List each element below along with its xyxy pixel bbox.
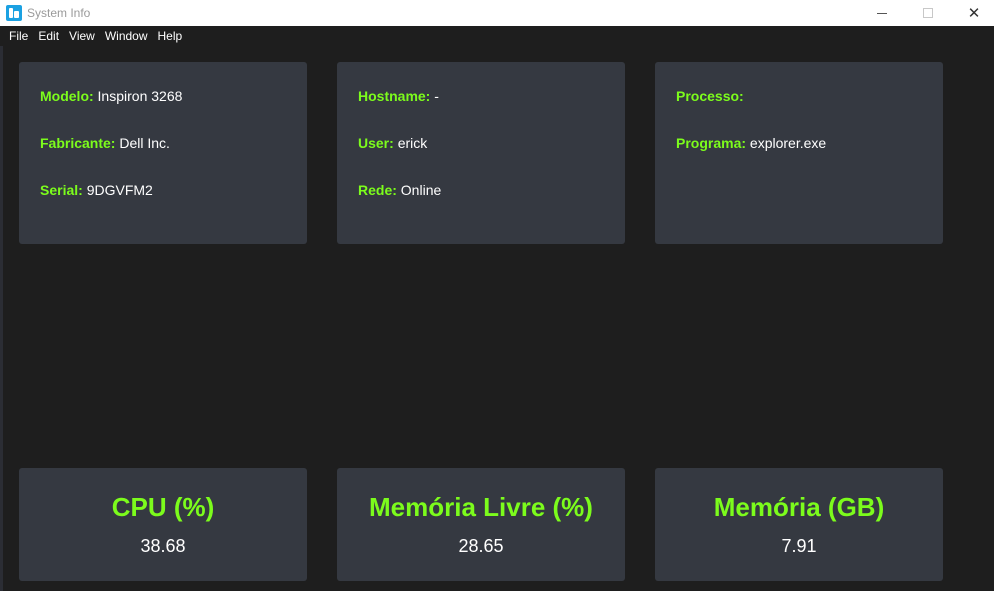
network-row: Rede: Online <box>358 182 441 198</box>
user-row: User: erick <box>358 135 427 151</box>
model-value: Inspiron 3268 <box>97 88 183 104</box>
network-info-card: Hostname: - User: erick Rede: Online <box>337 62 625 244</box>
memory-metric-card: Memória (GB) 7.91 <box>655 468 943 581</box>
cpu-metric-title: CPU (%) <box>111 492 215 522</box>
maximize-button[interactable] <box>905 0 951 26</box>
menu-file[interactable]: File <box>4 26 33 46</box>
window-title: System Info <box>27 6 91 20</box>
model-label: Modelo: <box>40 88 94 104</box>
cpu-metric-card: CPU (%) 38.68 <box>19 468 307 581</box>
serial-row: Serial: 9DGVFM2 <box>40 182 153 198</box>
memory-metric-value: 7.91 <box>781 536 817 556</box>
maximize-icon <box>923 8 933 18</box>
menu-edit[interactable]: Edit <box>33 26 64 46</box>
free-memory-metric-title: Memória Livre (%) <box>369 492 593 522</box>
user-label: User: <box>358 135 394 151</box>
user-value: erick <box>397 135 428 151</box>
program-row: Programa: explorer.exe <box>676 135 826 151</box>
minimize-icon <box>877 12 887 14</box>
app-icon <box>6 5 22 21</box>
free-memory-metric-card: Memória Livre (%) 28.65 <box>337 468 625 581</box>
window-left-edge <box>0 46 3 591</box>
serial-value: 9DGVFM2 <box>86 182 153 198</box>
menu-bar: File Edit View Window Help <box>0 26 994 46</box>
network-label: Rede: <box>358 182 397 198</box>
network-value: Online <box>400 182 442 198</box>
title-bar: System Info ✕ <box>0 0 994 26</box>
free-memory-metric-value: 28.65 <box>458 536 504 556</box>
process-info-card: Processo: Programa: explorer.exe <box>655 62 943 244</box>
cpu-metric-value: 38.68 <box>140 536 186 556</box>
manufacturer-value: Dell Inc. <box>119 135 170 151</box>
minimize-button[interactable] <box>859 0 905 26</box>
menu-view[interactable]: View <box>64 26 100 46</box>
process-row: Processo: <box>676 88 744 104</box>
program-label: Programa: <box>676 135 747 151</box>
model-row: Modelo: Inspiron 3268 <box>40 88 182 104</box>
menu-help[interactable]: Help <box>153 26 188 46</box>
hostname-value: - <box>434 88 439 104</box>
close-icon: ✕ <box>967 4 981 22</box>
program-value: explorer.exe <box>749 135 827 151</box>
device-info-card: Modelo: Inspiron 3268 Fabricante: Dell I… <box>19 62 307 244</box>
hostname-row: Hostname: - <box>358 88 439 104</box>
manufacturer-label: Fabricante: <box>40 135 116 151</box>
manufacturer-row: Fabricante: Dell Inc. <box>40 135 170 151</box>
hostname-label: Hostname: <box>358 88 431 104</box>
process-label: Processo: <box>676 88 744 104</box>
memory-metric-title: Memória (GB) <box>713 492 885 522</box>
menu-window[interactable]: Window <box>100 26 153 46</box>
serial-label: Serial: <box>40 182 83 198</box>
close-button[interactable]: ✕ <box>951 0 994 26</box>
